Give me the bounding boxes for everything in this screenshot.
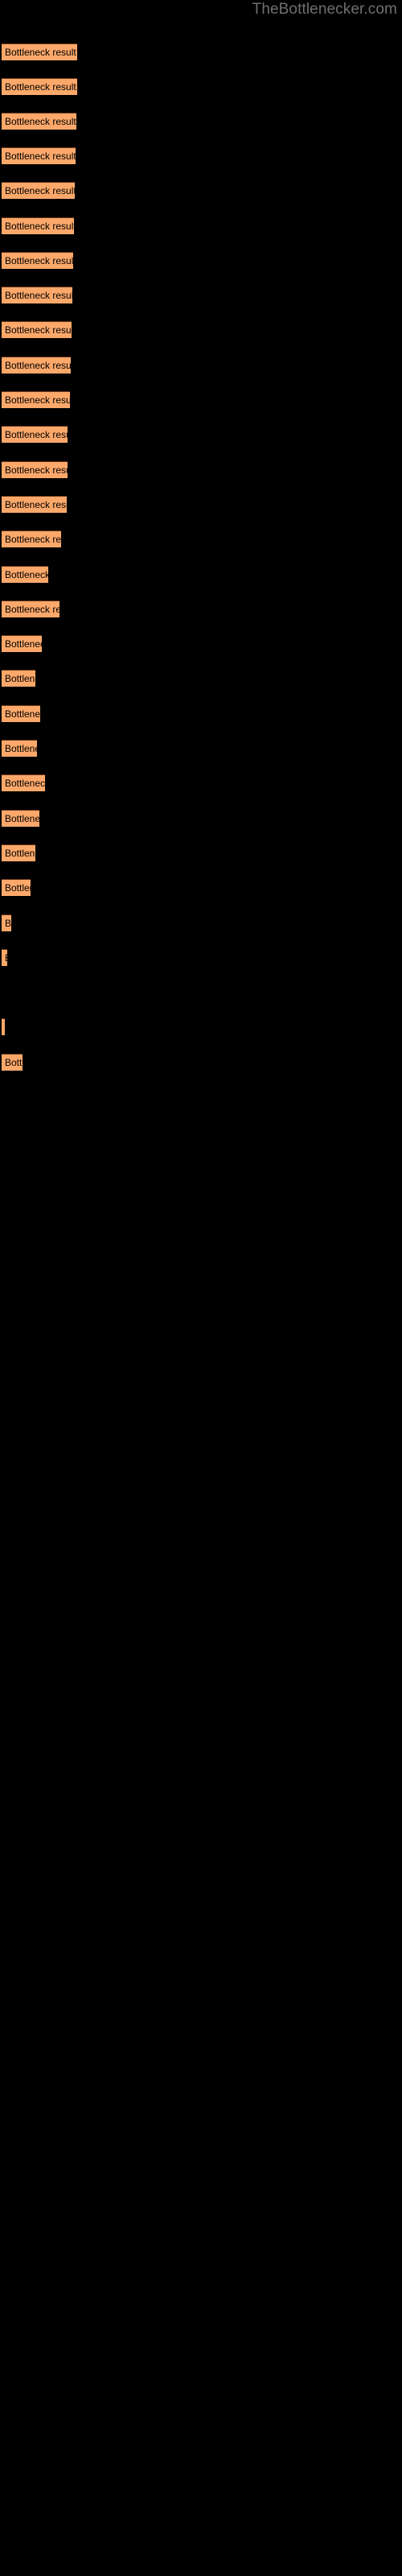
bar-row: Bottleneck result: [0, 774, 402, 792]
bottleneck-result-bar[interactable]: Bottleneck result: [2, 566, 48, 583]
bottleneck-result-bar[interactable]: Bottleneck result: [2, 635, 42, 652]
bottleneck-result-bar[interactable]: Bottleneck result: [2, 810, 39, 827]
bar-label: Bottleneck result: [5, 499, 67, 510]
bar-row: Bottleneck result: [0, 217, 402, 235]
bar-label: Bottleneck result: [5, 534, 61, 545]
bottleneck-result-bar[interactable]: Bottleneck result: [2, 252, 73, 269]
bottleneck-result-bar[interactable]: Bottleneck result: [2, 217, 74, 234]
bottleneck-result-bar[interactable]: Bottleneck result: [2, 321, 72, 338]
bar-row: Bottleneck result: [0, 391, 402, 409]
bar-row: Bottleneck result: [0, 252, 402, 270]
bar-row: Bottleneck result: [0, 113, 402, 130]
bar-label: Bottleneck result: [5, 918, 11, 929]
bar-row: Bottleneck result: [0, 43, 402, 61]
bar-row: Bottleneck result: [0, 914, 402, 932]
bar-label: Bottleneck result: [5, 708, 40, 720]
bar-row: Bottleneck result: [0, 879, 402, 897]
bottleneck-result-bar[interactable]: Bottleneck result: [2, 287, 72, 303]
bottleneck-result-bar[interactable]: Bottleneck result: [2, 705, 40, 722]
bar-label: Bottleneck result: [5, 429, 68, 440]
bar-label: Bottleneck result: [5, 47, 76, 58]
bar-row: Bottleneck result: [0, 949, 402, 967]
bar-row: Bottleneck result: [0, 426, 402, 444]
bar-row: Bottleneck result: [0, 635, 402, 653]
bottleneck-result-bar[interactable]: Bottleneck result: [2, 774, 45, 791]
bar-label: Bottleneck result: [5, 952, 7, 964]
bottleneck-result-bar[interactable]: Bottleneck result: [2, 670, 35, 687]
bar-row: Bottleneck result: [0, 1018, 402, 1036]
bar-label: Bottleneck result: [5, 1057, 23, 1068]
bar-row: Bottleneck result: [0, 705, 402, 723]
bar-label: Bottleneck result: [5, 848, 35, 859]
bar-label: Bottleneck result: [5, 813, 39, 824]
bar-row: Bottleneck result: [0, 530, 402, 548]
bar-label: Bottleneck result: [5, 394, 70, 406]
bottleneck-result-bar[interactable]: Bottleneck result: [2, 1018, 5, 1035]
bottleneck-result-bar[interactable]: Bottleneck result: [2, 391, 70, 408]
bottleneck-result-bar[interactable]: Bottleneck result: [2, 914, 11, 931]
bar-label: Bottleneck result: [5, 360, 71, 371]
bottleneck-result-bar[interactable]: Bottleneck result: [2, 530, 61, 547]
bar-label: Bottleneck result: [5, 290, 72, 301]
bar-row: Bottleneck result: [0, 566, 402, 584]
bar-label: Bottleneck result: [5, 324, 72, 336]
bottleneck-result-bar[interactable]: Bottleneck result: [2, 879, 31, 896]
bar-row: Bottleneck result: [0, 601, 402, 618]
bar-label: Bottleneck result: [5, 638, 42, 650]
bar-label: Bottleneck result: [5, 569, 48, 580]
bar-label: Bottleneck result: [5, 116, 76, 127]
bar-row: Bottleneck result: [0, 147, 402, 165]
bar-row: Bottleneck result: [0, 496, 402, 514]
bottleneck-result-bar[interactable]: Bottleneck result: [2, 182, 75, 199]
bar-label: Bottleneck result: [5, 743, 37, 754]
bar-label: Bottleneck result: [5, 604, 59, 615]
bottleneck-result-bar[interactable]: Bottleneck result: [2, 357, 71, 374]
bar-list: Bottleneck result Bottleneck result Bottle…: [0, 0, 402, 2576]
bar-row: Bottleneck result: [0, 740, 402, 758]
bar-row: Bottleneck result: [0, 984, 402, 1001]
bar-row: Bottleneck result: [0, 287, 402, 304]
bottleneck-result-bar[interactable]: Bottleneck result: [2, 43, 77, 60]
bar-label: Bottleneck result: [5, 673, 35, 684]
bar-row: Bottleneck result: [0, 78, 402, 96]
bottleneck-result-bar[interactable]: Bottleneck result: [2, 78, 77, 95]
bar-label: Bottleneck result: [5, 185, 75, 196]
bar-label: Bottleneck result: [5, 778, 45, 789]
bottleneck-result-bar[interactable]: Bottleneck result: [2, 461, 68, 478]
bar-row: Bottleneck result: [0, 810, 402, 828]
bottleneck-result-bar[interactable]: Bottleneck result: [2, 949, 7, 966]
bar-row: Bottleneck result: [0, 670, 402, 687]
bottleneck-result-bar[interactable]: Bottleneck result: [2, 426, 68, 443]
bottleneck-result-bar[interactable]: Bottleneck result: [2, 740, 37, 757]
bar-label: Bottleneck result: [5, 221, 74, 232]
bottleneck-result-bar[interactable]: Bottleneck result: [2, 1054, 23, 1071]
bar-label: Bottleneck result: [5, 81, 76, 93]
bar-row: Bottleneck result: [0, 182, 402, 200]
bar-row: Bottleneck result: [0, 321, 402, 339]
bar-label: Bottleneck result: [5, 151, 76, 162]
bar-row: Bottleneck result: [0, 357, 402, 374]
bar-label: Bottleneck result: [5, 255, 73, 266]
bar-label: Bottleneck result: [5, 464, 68, 476]
bottleneck-result-bar[interactable]: Bottleneck result: [2, 601, 59, 617]
bottleneck-result-bar[interactable]: Bottleneck result: [2, 147, 76, 164]
bar-row: Bottleneck result: [0, 461, 402, 479]
bottleneck-result-bar[interactable]: Bottleneck result: [2, 496, 67, 513]
bar-row: Bottleneck result: [0, 844, 402, 862]
bar-row: Bottleneck result: [0, 1054, 402, 1071]
bottleneck-result-bar[interactable]: Bottleneck result: [2, 113, 76, 130]
bottleneck-result-bar[interactable]: Bottleneck result: [2, 844, 35, 861]
bottleneck-chart: TheBottlenecker.com Bottleneck result Bot…: [0, 0, 402, 2576]
bar-label: Bottleneck result: [5, 882, 31, 894]
